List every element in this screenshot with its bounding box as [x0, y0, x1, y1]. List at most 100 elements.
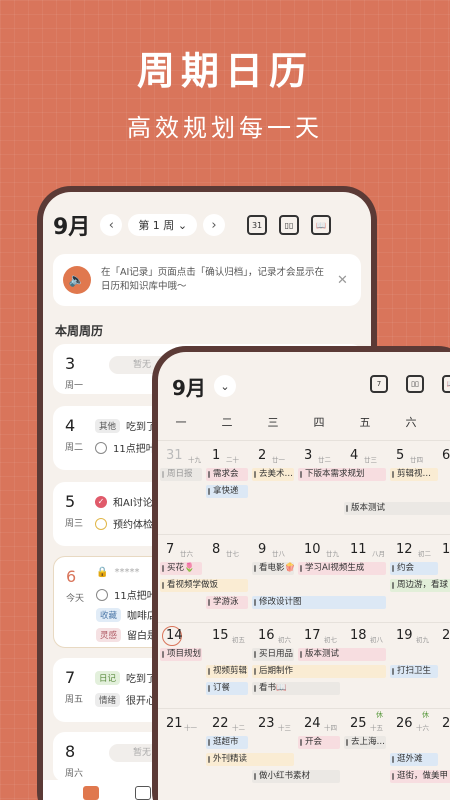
event-bar[interactable]: 拿快递 [206, 485, 248, 498]
date-number[interactable]: 3 [304, 448, 312, 463]
close-icon[interactable]: ✕ [337, 273, 348, 288]
event-bar[interactable]: 周日报 [160, 468, 202, 481]
month-title[interactable]: 9月 [172, 372, 206, 401]
date-number[interactable]: 9 [258, 542, 266, 557]
event-bar[interactable]: 学游泳 [206, 596, 248, 609]
layout-icon[interactable]: ▯▯ [406, 375, 424, 393]
event-bar[interactable]: 看电影🍿 [252, 562, 294, 575]
date-number[interactable]: 22 [212, 716, 229, 731]
event-bar[interactable]: 版本测试 [344, 502, 450, 515]
next-week-button[interactable]: › [203, 214, 226, 236]
date-number[interactable]: 5 [396, 448, 404, 463]
event-bar[interactable]: 约会 [390, 562, 438, 575]
notes-tab-icon[interactable] [135, 786, 151, 800]
date-number[interactable]: 4 [350, 448, 358, 463]
event-bar[interactable]: 修改设计图 [252, 596, 386, 609]
book-icon[interactable]: 📖 [442, 375, 450, 393]
book-icon[interactable]: 📖 [311, 215, 332, 235]
event-bar[interactable]: 后期制作 [252, 665, 386, 678]
event-bar[interactable]: 看书📖 [252, 682, 340, 695]
list-item[interactable]: 情绪 很开心 [95, 692, 156, 707]
event-bar[interactable]: 剪辑视… [390, 468, 438, 481]
event-bar[interactable]: 外刊精读 [206, 753, 294, 766]
event-bar[interactable]: 逛外滩 [390, 753, 438, 766]
event-bar[interactable]: 周边游，看球 [390, 579, 450, 592]
checkbox[interactable] [96, 588, 108, 601]
date-number[interactable]: 19 [396, 628, 413, 643]
event-bar[interactable]: 版本测试 [298, 648, 386, 661]
event-bar[interactable]: 学习AI视频生成 [298, 562, 386, 575]
event-bar[interactable]: 逛超市 [206, 736, 248, 749]
date-number[interactable]: 11 [350, 542, 367, 557]
event-bar[interactable]: 打扫卫生 [390, 665, 438, 678]
day-number: 5 [65, 492, 76, 511]
date-number[interactable]: 16 [258, 628, 275, 643]
list-item[interactable]: 预约体检 [95, 516, 153, 531]
checkbox[interactable] [95, 441, 107, 454]
date-number[interactable]: 10 [304, 542, 321, 557]
event-bar[interactable]: 下版本需求规划 [298, 468, 386, 481]
checkbox[interactable] [95, 517, 107, 530]
date-number[interactable]: 2 [258, 448, 266, 463]
event-bar[interactable]: 去美术… [252, 468, 294, 481]
date-number[interactable]: 8 [212, 542, 220, 557]
date-number[interactable]: 14 [166, 628, 183, 643]
list-item[interactable]: 日记 吃到了 [95, 670, 156, 685]
list-item[interactable]: 灵感 留白是 [96, 627, 157, 642]
event-bar[interactable]: 看视频学做饭 [160, 579, 248, 592]
layout-icon[interactable]: ▯▯ [279, 215, 300, 235]
event-bar[interactable]: 去上海… [344, 736, 386, 749]
list-item[interactable]: 11点把叶 [96, 587, 157, 602]
week-selector[interactable]: 第 1 周 ⌄ [128, 214, 198, 236]
date-number[interactable]: 18 [350, 628, 367, 643]
date-number[interactable]: 20 [442, 628, 450, 643]
lunar-date: 十四 [324, 724, 337, 732]
date-number[interactable]: 17 [304, 628, 321, 643]
weekday-label: 五 [359, 416, 371, 429]
event-bar[interactable]: 做小红书素材 [252, 770, 340, 783]
tag-diary: 日记 [95, 670, 121, 685]
event-bar[interactable]: 项目规划 [160, 648, 202, 661]
date-number[interactable]: 15 [212, 628, 229, 643]
event-bar[interactable]: 需求会 [206, 468, 248, 481]
date-number[interactable]: 6 [442, 448, 450, 463]
calendar-icon[interactable]: 31 [247, 215, 268, 235]
date-number[interactable]: 1 [212, 448, 220, 463]
calendar-icon[interactable]: 7 [370, 375, 388, 393]
list-item[interactable]: ✓ 和AI讨论 [95, 494, 153, 509]
list-item[interactable]: 收藏 咖啡店 [96, 607, 157, 622]
event-bar[interactable]: 买花🌷 [160, 562, 202, 575]
event-bar[interactable]: 视频剪辑 [206, 665, 248, 678]
weekday-label: 四 [313, 416, 325, 429]
month-title[interactable]: 9月 [53, 209, 90, 241]
date-number[interactable]: 31 [166, 448, 183, 463]
date-number[interactable]: 7 [166, 542, 174, 557]
event-text: 和AI讨论 [113, 498, 153, 509]
event-bar[interactable]: 逛街，做美甲 [390, 770, 450, 783]
event-bar[interactable]: 开会 [298, 736, 340, 749]
chevron-down-icon: ⌄ [177, 218, 188, 232]
prev-week-button[interactable]: ‹ [100, 214, 123, 236]
chevron-down-icon[interactable]: ⌄ [213, 375, 236, 397]
event-bar[interactable]: 买日用品 [252, 648, 294, 661]
lunar-date: 廿四 [410, 456, 423, 464]
date-number[interactable]: 25 [350, 716, 367, 731]
date-number[interactable]: 21 [166, 716, 183, 731]
lunar-date: 廿八 [272, 550, 285, 558]
lunar-date: 初七 [324, 636, 337, 644]
checked-icon[interactable]: ✓ [95, 495, 107, 508]
date-number[interactable]: 27 [442, 716, 450, 731]
day-label: 周三 [65, 519, 84, 529]
calendar-tab-icon[interactable] [83, 786, 99, 800]
date-number[interactable]: 24 [304, 716, 321, 731]
event-bar[interactable]: 订餐 [206, 682, 248, 695]
list-item[interactable]: 🔒 ***** [96, 567, 139, 578]
date-number[interactable]: 12 [396, 542, 413, 557]
lunar-date: 廿六 [180, 550, 193, 558]
date-number[interactable]: 13 [442, 542, 450, 557]
list-item[interactable]: 11点把叶 [95, 440, 156, 455]
date-number[interactable]: 26 [396, 716, 413, 731]
list-item[interactable]: 其他 吃到了 [95, 418, 156, 433]
tag-mood: 情绪 [95, 692, 121, 707]
date-number[interactable]: 23 [258, 716, 275, 731]
